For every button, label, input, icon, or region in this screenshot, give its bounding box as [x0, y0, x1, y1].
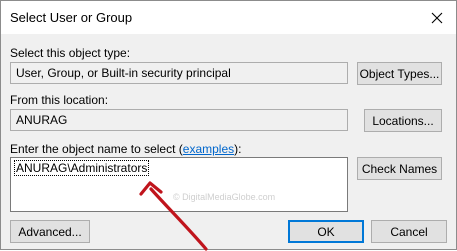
watermark-text: © DigitalMediaGlobe.com — [173, 192, 276, 202]
locations-button[interactable]: Locations... — [364, 109, 442, 132]
object-name-label: Enter the object name to select (example… — [10, 142, 241, 156]
location-field: ANURAG — [10, 109, 348, 131]
title-bar: Select User or Group — [1, 1, 456, 34]
ok-button[interactable]: OK — [288, 220, 364, 243]
object-name-value: ANURAG\Administrators — [14, 160, 150, 176]
object-name-label-suffix: ): — [234, 142, 242, 156]
dialog-body: Select this object type: User, Group, or… — [1, 34, 456, 249]
advanced-button[interactable]: Advanced... — [10, 220, 90, 243]
dialog-title: Select User or Group — [10, 10, 133, 25]
object-name-input[interactable]: ANURAG\Administrators — [10, 157, 348, 212]
close-button[interactable] — [422, 4, 452, 32]
examples-link[interactable]: examples — [183, 142, 234, 156]
cancel-button[interactable]: Cancel — [371, 220, 447, 243]
close-icon — [431, 12, 443, 24]
object-type-label: Select this object type: — [10, 46, 131, 60]
dialog-window: Select User or Group Select this object … — [0, 0, 457, 251]
object-name-label-prefix: Enter the object name to select ( — [10, 142, 183, 156]
location-label: From this location: — [10, 93, 109, 107]
check-names-button[interactable]: Check Names — [357, 157, 442, 180]
object-types-button[interactable]: Object Types... — [357, 62, 442, 85]
object-type-field: User, Group, or Built-in security princi… — [10, 62, 348, 84]
